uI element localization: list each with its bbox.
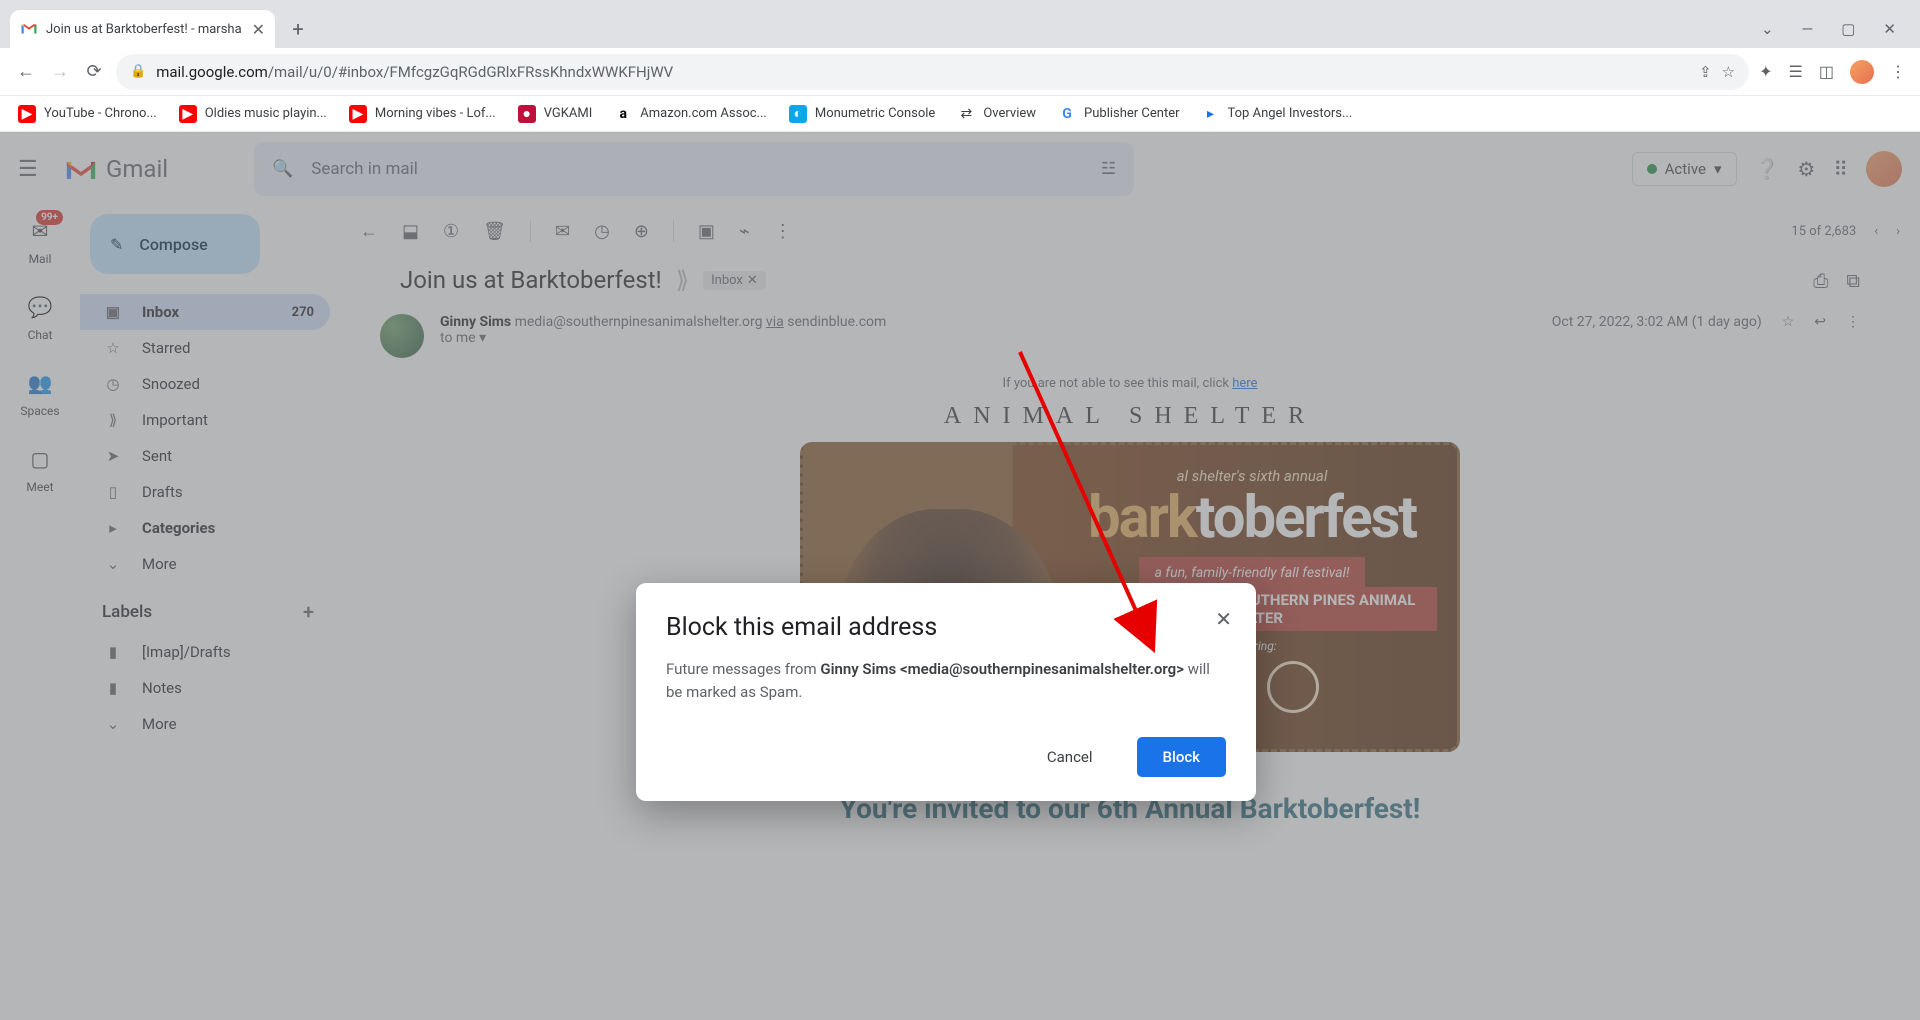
bookmark-item[interactable]: aAmazon.com Assoc... (614, 105, 767, 123)
bookmark-item[interactable]: ⇄Overview (957, 105, 1036, 123)
dialog-close-icon[interactable]: ✕ (1215, 607, 1232, 631)
tab-title: Join us at Barktoberfest! - marsha (46, 22, 244, 37)
youtube-icon: ▶ (349, 105, 367, 123)
bookmark-item[interactable]: ▶Morning vibes - Lof... (349, 105, 496, 123)
address-bar-row: ← → ⟳ 🔒 mail.google.com/mail/u/0/#inbox/… (0, 48, 1920, 96)
bookmarks-bar: ▶YouTube - Chrono... ▶Oldies music playi… (0, 96, 1920, 132)
chevron-down-icon[interactable]: ⌄ (1761, 20, 1774, 38)
block-button[interactable]: Block (1137, 737, 1226, 777)
url-domain: mail.google.com (156, 63, 268, 81)
url-bar[interactable]: 🔒 mail.google.com/mail/u/0/#inbox/FMfcgz… (116, 54, 1749, 90)
profile-avatar-icon[interactable] (1850, 60, 1874, 84)
window-controls: ⌄ — ▢ ✕ (1761, 10, 1920, 48)
new-tab-button[interactable]: + (283, 14, 313, 44)
close-window-icon[interactable]: ✕ (1883, 20, 1896, 38)
chrome-tab-strip: Join us at Barktoberfest! - marsha ✕ + ⌄… (0, 0, 1920, 48)
vgkami-icon: ● (518, 105, 536, 123)
dialog-body: Future messages from Ginny Sims <media@s… (666, 658, 1226, 703)
reading-list-icon[interactable]: ☰ (1789, 62, 1803, 81)
share-icon[interactable]: ⇪ (1699, 63, 1712, 81)
gmail-app: ☰ Gmail 🔍 Search in mail ☳ Active▾ ❔ ⚙ ⠿… (0, 132, 1920, 1020)
dialog-title: Block this email address (666, 613, 1226, 642)
forward-icon[interactable]: → (48, 60, 72, 84)
bookmark-star-icon[interactable]: ☆ (1722, 63, 1735, 81)
bookmark-item[interactable]: GPublisher Center (1058, 105, 1179, 123)
url-path: /mail/u/0/#inbox/FMfcgzGqRGdGRlxFRssKhnd… (268, 63, 673, 81)
side-panel-icon[interactable]: ◫ (1819, 62, 1834, 81)
back-icon[interactable]: ← (14, 60, 38, 84)
bookmark-item[interactable]: ▶Oldies music playin... (179, 105, 327, 123)
gmail-favicon-icon (20, 20, 38, 38)
block-email-dialog: ✕ Block this email address Future messag… (636, 583, 1256, 801)
bookmark-item[interactable]: ▸Top Angel Investors... (1202, 105, 1353, 123)
youtube-icon: ▶ (179, 105, 197, 123)
lock-icon: 🔒 (130, 64, 146, 79)
youtube-icon: ▶ (18, 105, 36, 123)
angel-icon: ▸ (1202, 105, 1220, 123)
extensions-icon[interactable]: ✦ (1759, 62, 1772, 81)
amazon-icon: a (614, 105, 632, 123)
tab-close-icon[interactable]: ✕ (252, 20, 265, 39)
minimize-icon[interactable]: — (1802, 20, 1814, 38)
bookmark-item[interactable]: ●VGKAMI (518, 105, 593, 123)
monumetric-icon: ◐ (789, 105, 807, 123)
google-icon: G (1058, 105, 1076, 123)
browser-tab[interactable]: Join us at Barktoberfest! - marsha ✕ (10, 10, 275, 48)
maximize-icon[interactable]: ▢ (1841, 20, 1855, 38)
reload-icon[interactable]: ⟳ (82, 60, 106, 84)
cancel-button[interactable]: Cancel (1021, 737, 1119, 777)
bookmark-item[interactable]: ▶YouTube - Chrono... (18, 105, 157, 123)
bookmark-item[interactable]: ◐Monumetric Console (789, 105, 936, 123)
overview-icon: ⇄ (957, 105, 975, 123)
chrome-menu-icon[interactable]: ⋮ (1890, 62, 1906, 81)
modal-overlay (0, 132, 1920, 1020)
